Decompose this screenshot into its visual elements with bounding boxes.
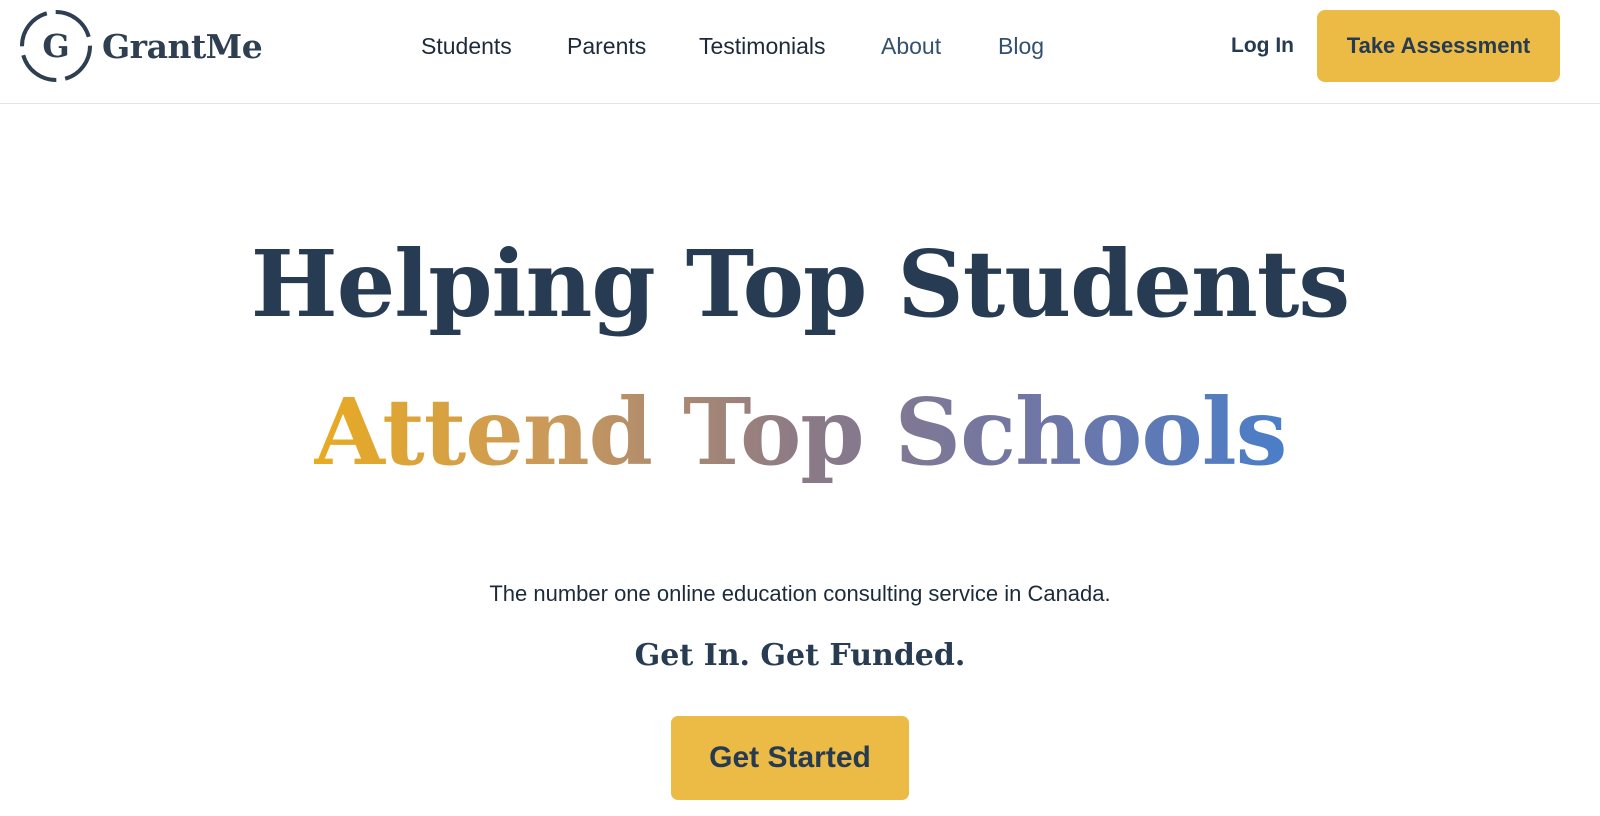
nav-link-parents[interactable]: Parents <box>567 30 646 62</box>
hero-headline-line1: Helping Top Students <box>250 230 1350 338</box>
nav-link-students[interactable]: Students <box>421 30 512 62</box>
nav-link-testimonials[interactable]: Testimonials <box>699 30 826 62</box>
hero-tagline: The number one online education consulti… <box>489 581 1111 606</box>
hero-slogan: Get In. Get Funded. <box>634 638 966 673</box>
hero-headline-line2-wrapper: Attend Top Schools <box>0 372 1600 492</box>
site-header: G GrantMe Students Parents Testimonials … <box>0 0 1600 104</box>
get-started-button[interactable]: Get Started <box>671 716 909 800</box>
nav-link-blog[interactable]: Blog <box>998 30 1044 62</box>
hero-headline-line2: Attend Top Schools <box>314 372 1288 492</box>
take-assessment-button[interactable]: Take Assessment <box>1317 10 1560 82</box>
login-link[interactable]: Log In <box>1231 30 1294 62</box>
nav-link-about[interactable]: About <box>881 30 941 62</box>
